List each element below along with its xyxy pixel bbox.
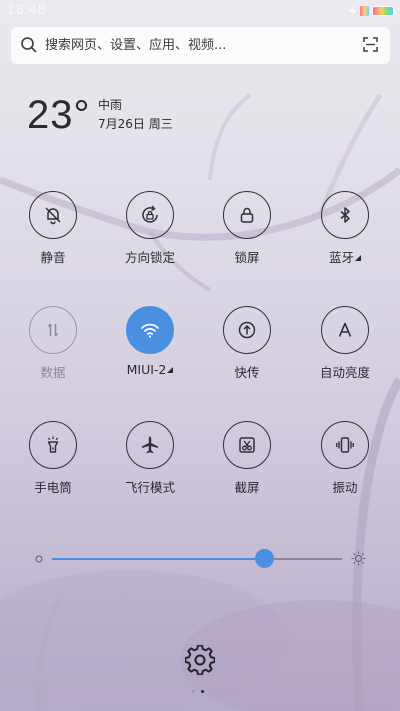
wifi-label: MIUI-2 <box>126 362 167 377</box>
date-label: 7月26日 周三 <box>98 117 173 131</box>
search-icon <box>21 37 37 53</box>
toggle-screenshot[interactable]: 截屏 <box>202 421 292 496</box>
vibrate-button[interactable] <box>321 421 369 469</box>
toggle-label: 蓝牙 <box>300 247 390 266</box>
rotation-lock-button[interactable] <box>126 191 174 239</box>
mobile-data-icon <box>47 323 59 337</box>
airplane-icon <box>142 436 158 454</box>
screenshot-icon <box>239 437 255 453</box>
lock-icon <box>240 207 254 223</box>
toggle-lock-screen[interactable]: 锁屏 <box>202 191 292 266</box>
toggle-wifi[interactable]: MIUI-2 <box>105 306 195 377</box>
mobile-data-button[interactable] <box>29 306 77 354</box>
auto-brightness-icon <box>338 322 352 337</box>
flashlight-icon <box>47 436 59 453</box>
toggle-label: 飞行模式 <box>124 480 175 495</box>
auto-brightness-button[interactable] <box>321 306 369 354</box>
bluetooth-button[interactable] <box>321 191 369 239</box>
toggle-label: 振动 <box>332 480 358 495</box>
toggle-label: MIUI-2 <box>105 362 195 377</box>
toggle-label: 自动亮度 <box>319 365 370 380</box>
brightness-track[interactable] <box>52 549 342 568</box>
page-dot-active <box>201 690 204 693</box>
page-indicator <box>192 690 204 693</box>
quick-transfer-button[interactable] <box>223 306 271 354</box>
toggle-mobile-data[interactable]: 数据 <box>8 306 98 381</box>
brightness-low-icon <box>35 555 43 563</box>
status-time: 18:48 <box>7 3 46 18</box>
bluetooth-icon <box>340 207 350 223</box>
toggle-label: 快传 <box>234 365 260 380</box>
vibrate-icon <box>336 437 354 453</box>
mute-bell-icon <box>45 207 61 225</box>
screenshot-button[interactable] <box>223 421 271 469</box>
scan-icon[interactable] <box>363 37 378 52</box>
toggle-mute[interactable]: 静音 <box>8 191 98 266</box>
quick-transfer-icon <box>238 321 256 339</box>
lock-screen-button[interactable] <box>223 191 271 239</box>
expand-triangle-icon <box>355 255 361 261</box>
search-input[interactable] <box>45 33 345 58</box>
airplane-mode-button[interactable] <box>126 421 174 469</box>
toggle-label: 锁屏 <box>234 250 260 265</box>
toggle-label: 数据 <box>40 365 66 380</box>
status-bar: 18:48 <box>0 0 400 22</box>
wifi-button[interactable] <box>126 306 174 354</box>
bluetooth-label: 蓝牙 <box>328 250 354 265</box>
toggle-label: 截屏 <box>234 480 260 495</box>
system-icons <box>349 5 396 17</box>
page-dot <box>192 690 195 693</box>
toggle-flashlight[interactable]: 手电筒 <box>8 421 98 496</box>
mute-button[interactable] <box>29 191 77 239</box>
toggle-label: 方向锁定 <box>124 250 175 265</box>
signal-icon <box>360 6 369 16</box>
wifi-icon <box>141 323 159 338</box>
toggle-airplane-mode[interactable]: 飞行模式 <box>105 421 195 496</box>
toggle-label: 静音 <box>40 250 66 265</box>
settings-gear-icon[interactable] <box>185 645 215 675</box>
battery-icon <box>372 6 396 16</box>
expand-triangle-icon <box>167 367 174 373</box>
brightness-fill <box>52 558 264 560</box>
flashlight-button[interactable] <box>29 421 77 469</box>
rotation-lock-icon <box>142 205 158 223</box>
toggle-rotation-lock[interactable]: 方向锁定 <box>105 191 195 266</box>
brightness-high-icon <box>351 551 366 566</box>
brightness-knob[interactable] <box>254 549 274 568</box>
temperature: 23° <box>27 93 91 137</box>
toggle-bluetooth[interactable]: 蓝牙 <box>300 191 390 266</box>
toggle-auto-brightness[interactable]: 自动亮度 <box>300 306 390 381</box>
brightness-slider[interactable] <box>30 548 370 570</box>
toggle-vibrate[interactable]: 振动 <box>300 421 390 496</box>
toggle-label: 手电筒 <box>34 480 72 495</box>
weather-condition: 中雨 <box>98 98 123 112</box>
search-bar[interactable] <box>11 27 390 64</box>
charging-icon <box>350 5 356 17</box>
toggle-quick-transfer[interactable]: 快传 <box>202 306 292 381</box>
